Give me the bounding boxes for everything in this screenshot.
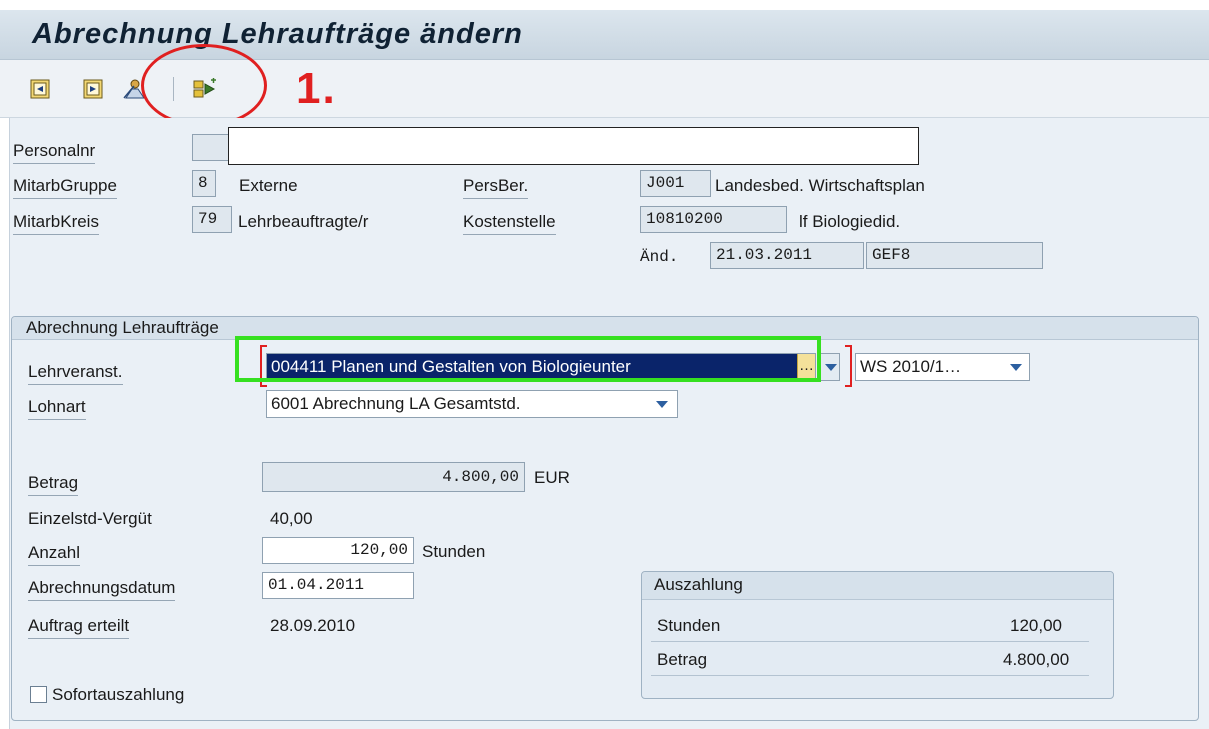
abrechnungsdatum-field[interactable]: 01.04.2011 xyxy=(262,572,414,599)
mitarbkreis-code-field[interactable]: 79 xyxy=(192,206,232,233)
abrechnungsdatum-label: Abrechnungsdatum xyxy=(28,578,176,601)
kostenstelle-text: lf Biologiedid. xyxy=(799,212,901,231)
group-title: Abrechnung Lehraufträge xyxy=(26,318,219,337)
mitarbgruppe-code-field[interactable]: 8 xyxy=(192,170,216,197)
aend-date-field[interactable]: 21.03.2011 xyxy=(710,242,864,269)
required-bracket-right xyxy=(845,345,852,387)
betrag-label: Betrag xyxy=(28,473,79,496)
semester-dropdown[interactable]: WS 2010/1… xyxy=(855,353,1030,381)
auszahlung-stunden-value: 120,00 xyxy=(1010,616,1062,635)
betrag-field[interactable]: 4.800,00 xyxy=(262,462,525,492)
personalnr-label: Personalnr xyxy=(13,141,96,164)
mitarbkreis-label: MitarbKreis xyxy=(13,212,99,235)
annotation-circle xyxy=(141,44,267,127)
kostenstelle-code-field[interactable]: 10810200 xyxy=(640,206,787,233)
auftrag-value: 28.09.2010 xyxy=(270,616,356,635)
aend-user-field[interactable]: GEF8 xyxy=(866,242,1043,269)
persber-code-field[interactable]: J001 xyxy=(640,170,711,197)
next-icon[interactable] xyxy=(82,78,104,100)
auszahlung-header: Auszahlung xyxy=(642,572,1113,600)
anzahl-label: Anzahl xyxy=(28,543,80,566)
sofortauszahlung-label: Sofortauszahlung xyxy=(52,685,185,704)
lohnart-value: 6001 Abrechnung LA Gesamtstd. xyxy=(271,394,521,413)
auszahlung-betrag-value: 4.800,00 xyxy=(1003,650,1070,669)
page-title: Abrechnung Lehraufträge ändern xyxy=(32,18,523,50)
semester-value: WS 2010/1… xyxy=(860,357,962,376)
mitarbgruppe-label: MitarbGruppe xyxy=(13,176,117,199)
left-edge xyxy=(0,118,10,729)
auszahlung-divider xyxy=(651,641,1089,642)
mitarbkreis-text: Lehrbeauftragte/r xyxy=(238,212,369,231)
auszahlung-stunden-label: Stunden xyxy=(657,616,721,635)
auszahlung-betrag-label: Betrag xyxy=(657,650,708,669)
aend-label: Änd. xyxy=(640,248,679,266)
previous-icon[interactable] xyxy=(29,78,51,100)
kostenstelle-label: Kostenstelle xyxy=(463,212,556,235)
lehrveranst-dropdown-button[interactable] xyxy=(820,353,840,381)
personalnr-field[interactable] xyxy=(192,134,232,161)
lohnart-label: Lohnart xyxy=(28,397,86,420)
sofortauszahlung-checkbox[interactable] xyxy=(30,686,47,703)
einzelstd-label: Einzelstd-Vergüt xyxy=(28,509,152,528)
highlight-box xyxy=(235,336,821,382)
einzelstd-value: 40,00 xyxy=(270,509,313,528)
redacted-area xyxy=(228,127,919,165)
betrag-currency: EUR xyxy=(534,468,570,487)
lohnart-dropdown[interactable]: 6001 Abrechnung LA Gesamtstd. xyxy=(266,390,678,418)
auszahlung-title: Auszahlung xyxy=(654,575,743,594)
lohnart-chevron-down-icon[interactable] xyxy=(656,401,668,408)
mitarbgruppe-text: Externe xyxy=(239,176,298,195)
auftrag-label: Auftrag erteilt xyxy=(28,616,130,639)
semester-chevron-down-icon[interactable] xyxy=(1010,364,1022,371)
anzahl-unit: Stunden xyxy=(422,542,486,561)
lehrveranst-label: Lehrveranst. xyxy=(28,362,123,385)
annotation-step-number: 1. xyxy=(296,64,337,113)
persber-label: PersBer. xyxy=(463,176,529,199)
auszahlung-divider xyxy=(651,675,1089,676)
persber-text: Landesbed. Wirtschaftsplan xyxy=(715,176,925,195)
anzahl-field[interactable]: 120,00 xyxy=(262,537,414,564)
